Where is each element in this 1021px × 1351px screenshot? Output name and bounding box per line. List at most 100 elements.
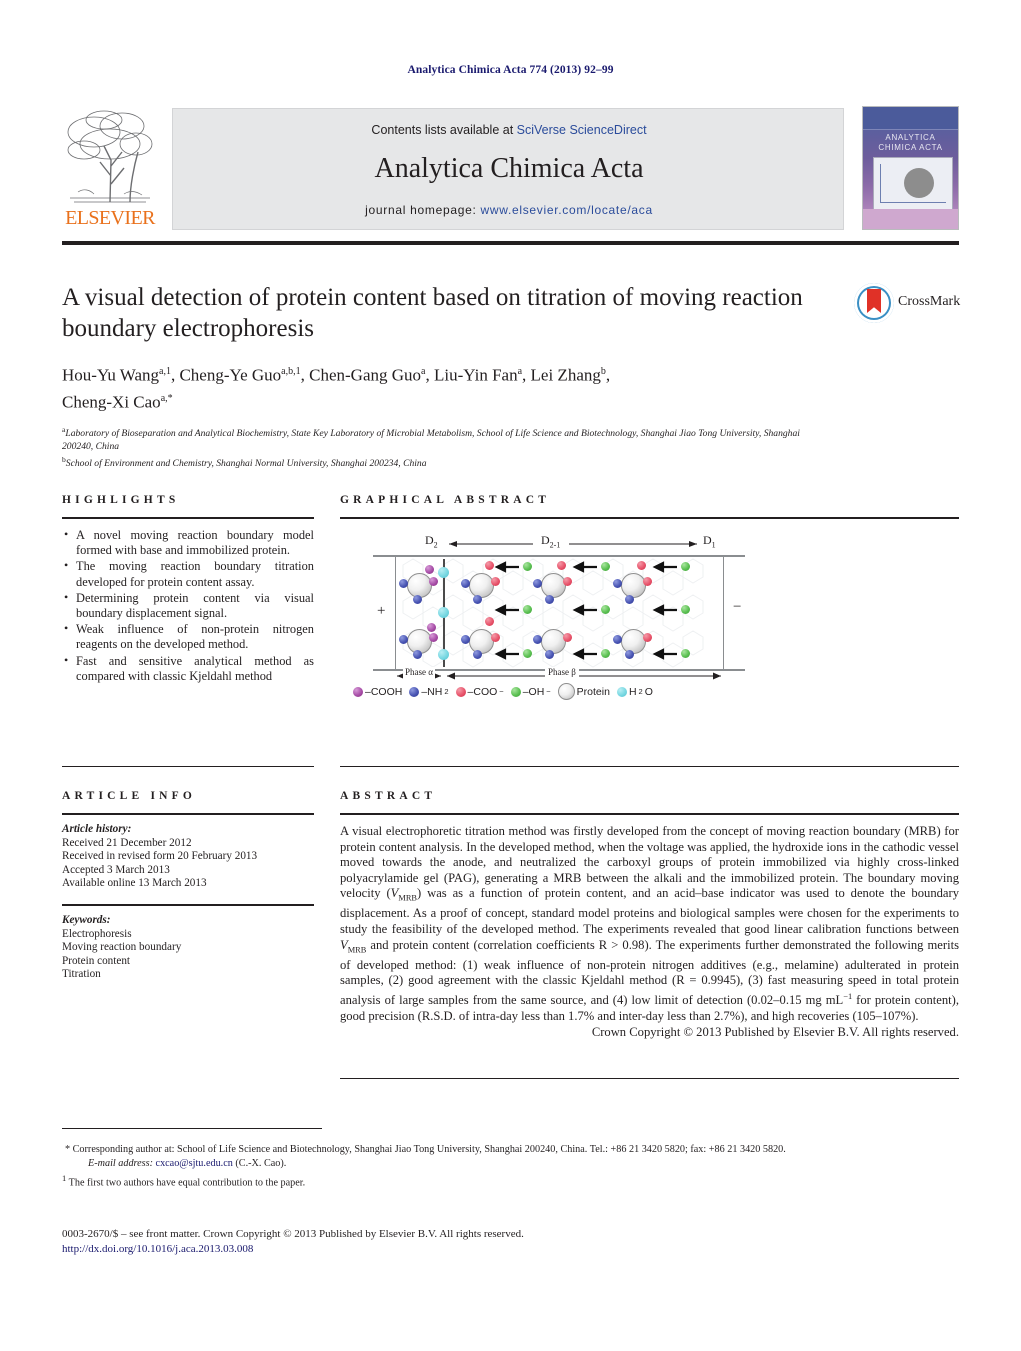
ga-phase-labels: Phase α Phase β: [373, 667, 745, 683]
equal-contribution-note: 1 The first two authors have equal contr…: [62, 1171, 959, 1190]
article-history: Article history: Received 21 December 20…: [62, 823, 314, 891]
highlights-list: A novel moving reaction boundary model f…: [62, 527, 314, 684]
highlight-text: Fast and sensitive analytical method as …: [76, 653, 314, 683]
contents-prefix: Contents lists available at: [371, 123, 517, 137]
affiliations: aLaboratory of Bioseparation and Analyti…: [62, 424, 822, 470]
protein-swatch-icon: [557, 683, 575, 700]
journal-article-page: Analytica Chimica Acta 774 (2013) 92–99: [0, 0, 1021, 1351]
email-link[interactable]: cxcao@sjtu.edu.cn: [156, 1158, 233, 1169]
cooh-legend-label: –COOH: [365, 685, 403, 698]
protein-legend-label: Protein: [576, 685, 610, 698]
cover-art-circle: [904, 168, 934, 198]
email-owner: (C.-X. Cao).: [235, 1158, 287, 1169]
nh2-legend: –NH 2: [409, 686, 449, 698]
article-info-section: ARTICLE INFO Article history: Received 2…: [62, 790, 314, 982]
keyword-item: Electrophoresis: [62, 927, 132, 940]
elsevier-wordmark: ELSEVIER: [65, 207, 155, 229]
oh-swatch-icon: [510, 686, 521, 697]
graphical-abstract-section: GRAPHICAL ABSTRACT D2 D2-1 D1 + − Phase …: [340, 494, 959, 701]
author-1: Hou-Yu Wang: [62, 365, 160, 385]
corresponding-author-note: * Corresponding author at: School of Lif…: [65, 1144, 786, 1155]
keyword-item: Moving reaction boundary: [62, 941, 182, 954]
abstract-divider: [340, 813, 959, 815]
highlights-section: HIGHLIGHTS A novel moving reaction bound…: [62, 494, 314, 685]
nh2-swatch-icon: [409, 686, 420, 697]
abstract-part-2: ) was as a function of protein content, …: [340, 886, 959, 937]
author-1-marker: a,1: [159, 366, 171, 377]
list-item: A novel moving reaction boundary model f…: [62, 527, 314, 558]
email-note: E-mail address: cxcao@sjtu.edu.cn (C.-X.…: [62, 1157, 959, 1171]
history-item: Received 21 December 2012: [62, 836, 192, 849]
ga-distance-labels: D2 D2-1 D1: [373, 533, 745, 553]
detection-limit-exponent: −1: [843, 991, 853, 1001]
keywords-divider: [62, 903, 314, 906]
cover-title-line2: CHIMICA ACTA: [878, 143, 943, 152]
author-list: Hou-Yu Wanga,1, Cheng-Ye Guoa,b,1, Chen-…: [62, 360, 822, 413]
phase-beta-label: Phase β: [545, 667, 579, 677]
affiliation-b: bSchool of Environment and Chemistry, Sh…: [62, 454, 822, 471]
crossmark-badge[interactable]: CrossMark: [852, 281, 960, 343]
cooh-legend: –COOH: [353, 686, 402, 698]
water-swatch-icon: [616, 686, 627, 697]
coo-legend: –COO −: [455, 685, 504, 698]
list-item: Weak influence of non-protein nitrogen r…: [62, 621, 314, 652]
equal-contribution-marker: 1: [62, 1173, 67, 1183]
journal-cover-thumbnail: ANALYTICA CHIMICA ACTA: [862, 106, 959, 230]
protein-legend: Protein: [557, 683, 610, 700]
cover-artwork: [873, 157, 953, 211]
affiliation-b-text: School of Environment and Chemistry, Sha…: [65, 457, 427, 469]
keywords-label: Keywords:: [62, 913, 111, 926]
keyword-item: Protein content: [62, 954, 131, 967]
graphical-abstract-legend: –COOH –NH 2 –COO − –OH − Protein H 2 O: [353, 683, 783, 700]
abstract-bottom-divider: [340, 1078, 959, 1079]
cover-title: ANALYTICA CHIMICA ACTA: [863, 133, 958, 153]
article-history-label: Article history:: [62, 823, 132, 835]
footnotes: * Corresponding author at: School of Lif…: [62, 1143, 959, 1190]
highlight-text: Weak influence of non-protein nitrogen r…: [76, 622, 314, 652]
history-item: Received in revised form 20 February 201…: [62, 850, 258, 863]
list-item: Determining protein content via visual b…: [62, 590, 314, 621]
author-sep-1: , Cheng-Ye Guo: [170, 365, 282, 385]
cover-art-line2: [880, 202, 946, 203]
journal-homepage-link[interactable]: www.elsevier.com/locate/aca: [481, 203, 653, 217]
water-legend-tail: O: [644, 685, 653, 698]
sciencedirect-link[interactable]: SciVerse ScienceDirect: [517, 123, 647, 137]
email-label: E-mail address:: [88, 1158, 153, 1169]
phase-alpha-label: Phase α: [403, 667, 435, 677]
water-legend: H2O: [616, 685, 653, 698]
oh-legend-label: –OH: [522, 685, 545, 698]
cover-footer-band: [863, 209, 958, 229]
coo-legend-sup: −: [499, 687, 504, 696]
coo-legend-label: –COO: [467, 685, 498, 698]
water-legend-label: H: [628, 685, 637, 698]
left-column-divider: [62, 766, 314, 767]
oh-legend: –OH −: [510, 685, 551, 698]
history-item: Available online 13 March 2013: [62, 877, 207, 890]
cooh-swatch-icon: [353, 686, 363, 697]
elsevier-logo: ELSEVIER: [62, 104, 158, 232]
affiliation-a: aLaboratory of Bioseparation and Analyti…: [62, 424, 822, 453]
contents-available-line: Contents lists available at SciVerse Sci…: [173, 123, 845, 137]
doi-link[interactable]: http://dx.doi.org/10.1016/j.aca.2013.03.…: [62, 1242, 959, 1257]
highlight-text: The moving reaction boundary titration d…: [76, 559, 314, 589]
coo-swatch-icon: [455, 686, 466, 697]
keywords-block: Keywords: Electrophoresis Moving reactio…: [62, 914, 314, 982]
homepage-prefix: journal homepage:: [365, 203, 481, 217]
velocity-subscript: MRB: [398, 893, 417, 903]
author-sep-4: , Lei Zhang: [522, 365, 601, 385]
footnote-divider: [62, 1128, 322, 1129]
equal-contribution-text: The first two authors have equal contrib…: [68, 1177, 306, 1189]
masthead-divider: [62, 241, 959, 245]
running-head: Analytica Chimica Acta 774 (2013) 92–99: [407, 64, 614, 76]
velocity-subscript-2: MRB: [347, 945, 367, 955]
article-info-divider: [62, 813, 314, 815]
crossmark-icon: [854, 283, 894, 323]
article-info-heading: ARTICLE INFO: [62, 790, 197, 802]
graphical-abstract-figure: D2 D2-1 D1 + − Phase α Phase β –COOH –NH…: [353, 533, 783, 701]
author-6: Cheng-Xi Cao: [62, 392, 161, 412]
list-item: Fast and sensitive analytical method as …: [62, 653, 314, 684]
nh2-legend-sub: 2: [444, 687, 449, 696]
ga-distance-arrows: [449, 541, 697, 547]
graphical-abstract-heading: GRAPHICAL ABSTRACT: [340, 494, 551, 506]
elsevier-tree-icon: [67, 110, 153, 203]
